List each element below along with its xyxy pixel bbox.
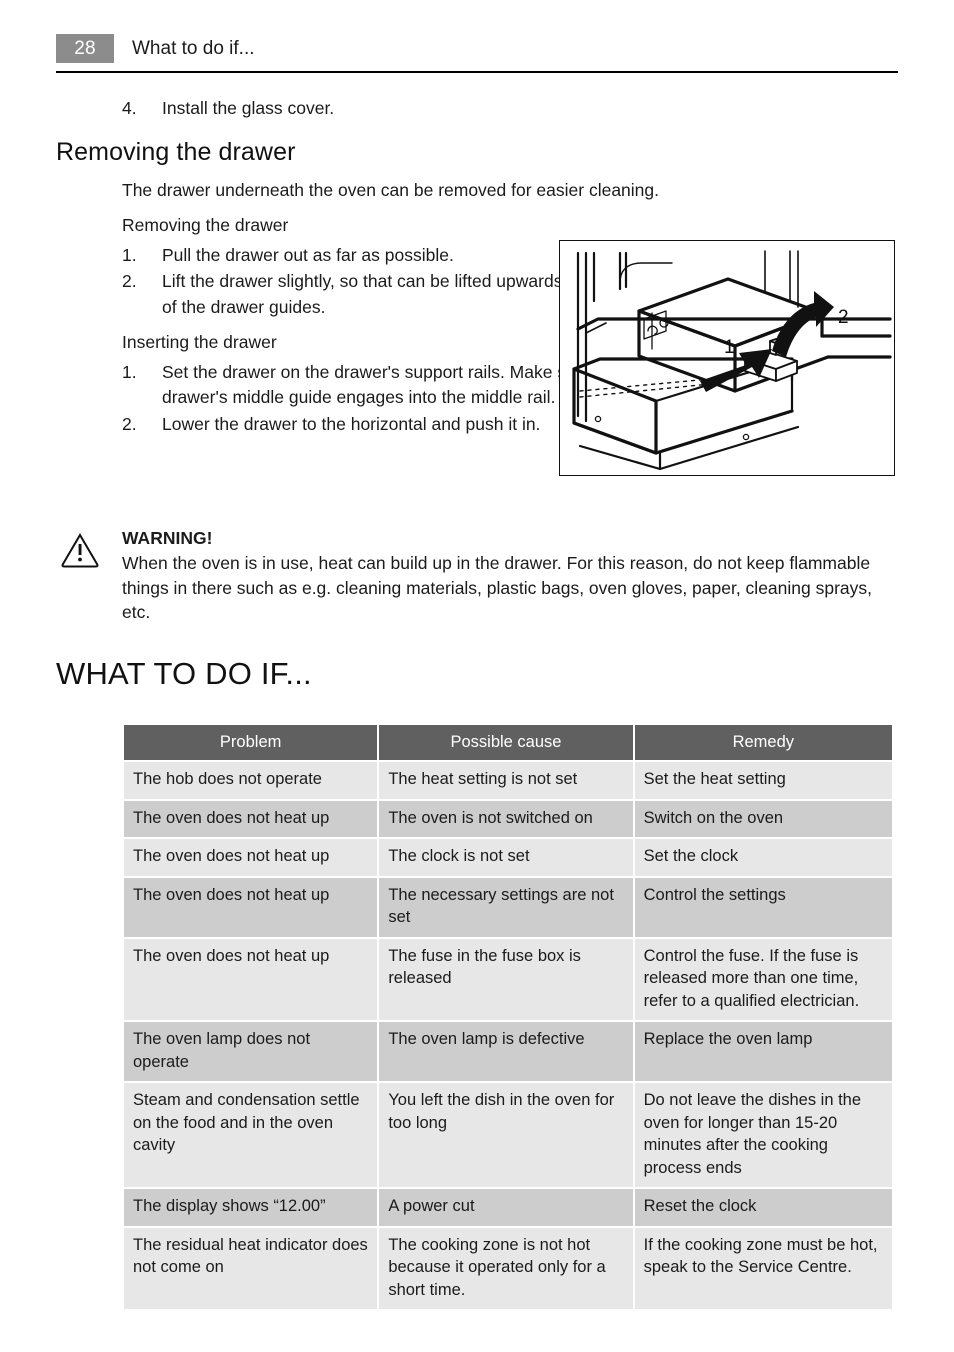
header-title: What to do if... [132,38,255,59]
manual-page: 28 What to do if... 4. Install the glass… [0,0,954,1352]
table-row: The oven does not heat up The necessary … [124,877,892,937]
figure-label-2: 2 [838,307,849,328]
list-text: Set the drawer on the drawer's support r… [162,361,626,408]
list-item: 1. Pull the drawer out as far as possibl… [56,243,602,269]
cell-problem: Steam and condensation settle on the foo… [124,1083,378,1187]
cell-cause: The oven is not switched on [379,800,633,837]
warning-block: WARNING! When the oven is in use, heat c… [56,526,898,625]
cell-remedy: Replace the oven lamp [634,1022,892,1081]
cell-problem: The residual heat indicator does not com… [124,1227,378,1309]
warning-text: When the oven is in use, heat can build … [122,553,873,622]
cell-cause: The fuse in the fuse box is released [379,938,633,1020]
cell-problem: The oven does not heat up [124,800,378,837]
table-row: The oven does not heat up The clock is n… [124,839,892,876]
intro-list: 4. Install the glass cover. [56,96,898,122]
cell-remedy: Set the heat setting [634,762,892,799]
table-header-row: Problem Possible cause Remedy [124,725,892,760]
table-body: The hob does not operate The heat settin… [124,762,892,1309]
cell-problem: The oven does not heat up [124,839,378,876]
table-row: The residual heat indicator does not com… [124,1227,892,1309]
table-row: The oven lamp does not operate The oven … [124,1022,892,1081]
table-row: The hob does not operate The heat settin… [124,762,892,799]
cell-cause: A power cut [379,1189,633,1226]
cell-remedy: Reset the clock [634,1189,892,1226]
cell-remedy: Control the fuse. If the fuse is release… [634,938,892,1020]
cell-problem: The oven lamp does not operate [124,1022,378,1081]
list-text: Lower the drawer to the horizontal and p… [162,413,541,434]
page-header: 28 What to do if... [56,34,898,74]
cell-cause: You left the dish in the oven for too lo… [379,1083,633,1187]
page-number: 28 [56,34,114,63]
cell-remedy: If the cooking zone must be hot, speak t… [634,1227,892,1309]
cell-problem: The oven does not heat up [124,938,378,1020]
drawer-removal-illustration: 1 2 [559,240,895,476]
header-divider [56,71,898,73]
list-marker: 4. [122,98,137,118]
cell-remedy: Do not leave the dishes in the oven for … [634,1083,892,1187]
cell-remedy: Switch on the oven [634,800,892,837]
cell-problem: The oven does not heat up [124,877,378,937]
chapter-title: WHAT TO DO IF... [56,656,312,691]
troubleshooting-table: Problem Possible cause Remedy The hob do… [122,723,894,1311]
list-marker: 1. [122,361,137,382]
drawer-intro-paragraph: The drawer underneath the oven can be re… [122,179,659,200]
column-header-problem: Problem [124,725,378,760]
cell-remedy: Control the settings [634,877,892,937]
cell-cause: The cooking zone is not hot because it o… [379,1227,633,1309]
cell-problem: The display shows “12.00” [124,1189,378,1226]
table-row: Steam and condensation settle on the foo… [124,1083,892,1187]
table-row: The oven does not heat up The oven is no… [124,800,892,837]
warning-triangle-icon [60,532,100,568]
cell-problem: The hob does not operate [124,762,378,799]
list-marker: 1. [122,244,137,265]
list-marker: 2. [122,271,137,291]
cell-remedy: Set the clock [634,839,892,876]
warning-title: WARNING! [122,528,213,548]
column-header-remedy: Remedy [634,725,892,760]
list-text: Install the glass cover. [162,98,335,118]
section-heading-removing-drawer: Removing the drawer [56,137,296,166]
cell-cause: The necessary settings are not set [379,877,633,937]
cell-cause: The clock is not set [379,839,633,876]
list-item: 4. Install the glass cover. [56,96,898,122]
list-marker: 2. [122,413,137,434]
figure-label-1: 1 [724,337,735,358]
warning-body: WARNING! When the oven is in use, heat c… [56,526,898,625]
table-row: The oven does not heat up The fuse in th… [124,938,892,1020]
cell-cause: The oven lamp is defective [379,1022,633,1081]
column-header-possible-cause: Possible cause [379,725,633,760]
subheading-removing-drawer: Removing the drawer [122,215,289,235]
list-text: Pull the drawer out as far as possible. [162,244,454,265]
arrow-2 [772,291,834,357]
cell-cause: The heat setting is not set [379,762,633,799]
table-row: The display shows “12.00” A power cut Re… [124,1189,892,1226]
oven-drawer-diagram: 1 2 [572,250,892,471]
